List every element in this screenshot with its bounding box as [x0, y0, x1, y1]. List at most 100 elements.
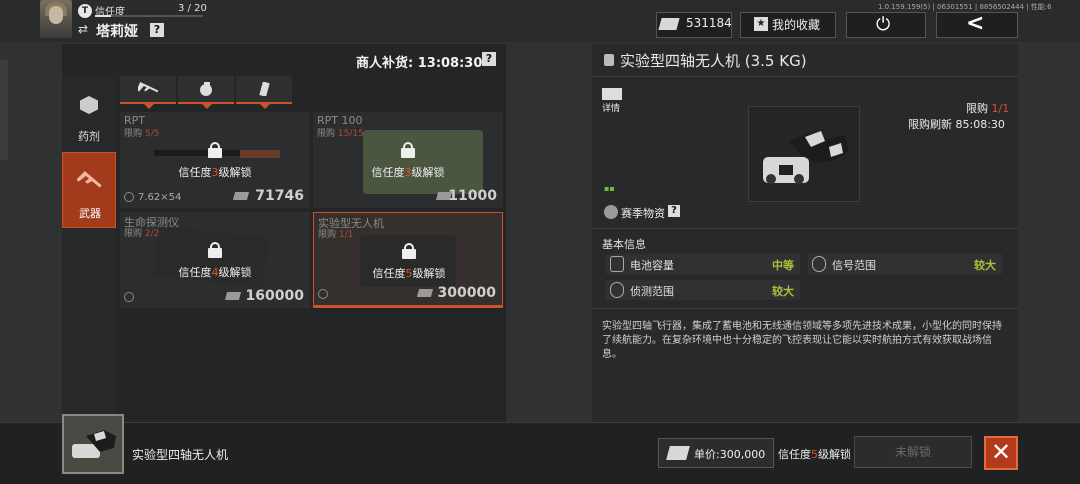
subtab-grenades[interactable] — [178, 76, 234, 109]
req-prefix: 信任度 — [778, 448, 811, 461]
shield-icon — [318, 289, 328, 299]
unit-price: 单价:300,000 — [694, 448, 766, 461]
switch-trader-icon[interactable]: ⇄ — [78, 22, 88, 36]
limit-prefix: 限购 — [317, 129, 338, 139]
shop-item-life-detector[interactable]: 生命探测仪 限购 2/2 信任度4级解锁 160000 — [120, 212, 310, 308]
purchase-limit: 限购 1/1 — [966, 100, 1009, 116]
stat-battery: 电池容量 中等 — [606, 254, 800, 274]
shop-item-rpt[interactable]: RPT 限购 5/5 信任度3级解锁 7.62×54 71746 — [120, 112, 310, 208]
limit-value: 5/5 — [144, 129, 160, 139]
trust-progress-bar — [95, 15, 203, 17]
cash-icon — [224, 292, 242, 300]
trust-badge-icon: T — [78, 4, 92, 18]
rifle-icon — [138, 82, 158, 93]
limit-prefix: 限购 — [966, 102, 992, 115]
item-price: 11000 — [448, 188, 497, 204]
lock-icon — [208, 142, 222, 158]
unlock-level: 4 — [211, 266, 219, 279]
item-price: 71746 — [255, 188, 304, 204]
drone-image — [763, 131, 849, 184]
trader-avatar — [40, 0, 72, 38]
details-icon[interactable] — [602, 88, 622, 100]
season-help-icon[interactable]: ? — [668, 205, 680, 217]
shop-item-rpt-100[interactable]: RPT 100 限购 15/15 信任度3级解锁 11000 — [313, 112, 503, 208]
cash-icon — [416, 289, 434, 297]
category-weapons[interactable]: 武器 — [62, 152, 116, 228]
item-price: 160000 — [245, 288, 304, 304]
drone-thumbnail-image — [72, 430, 116, 458]
unlock-suffix: 级解锁 — [218, 266, 252, 279]
selected-item-name: 实验型四轴无人机 — [132, 448, 229, 462]
trader-name[interactable]: 塔莉娅 — [96, 21, 138, 41]
favorites-label: 我的收藏 — [772, 18, 821, 32]
item-category-icon — [604, 54, 614, 66]
lock-icon — [208, 242, 222, 258]
cube-icon — [80, 96, 98, 114]
lock-icon — [401, 142, 415, 158]
cash-value: 531184 — [686, 16, 732, 30]
category-label: 药剂 — [78, 130, 100, 143]
battery-icon — [610, 256, 624, 272]
signal-icon — [812, 256, 826, 272]
divider — [592, 228, 1018, 229]
grenade-icon — [200, 82, 212, 96]
shield-icon — [124, 292, 134, 302]
radar-icon — [610, 282, 624, 298]
limit-prefix: 限购 — [124, 229, 145, 239]
trust-progress-fill — [95, 15, 112, 17]
unlock-suffix: 级解锁 — [411, 166, 445, 179]
version-text: 1.0.159.159(5) | 06301551 | 8856502444 |… — [878, 3, 1052, 11]
cash-icon — [658, 18, 680, 30]
unlock-level: 3 — [211, 166, 219, 179]
shop-item-experimental-drone[interactable]: 实验型无人机 限购 1/1 信任度5级解锁 300000 — [313, 212, 503, 308]
unlock-level: 3 — [404, 166, 412, 179]
season-label: 赛季物资 — [621, 207, 665, 220]
restock-help-icon[interactable]: ? — [482, 52, 496, 66]
detail-title: 实验型四轴无人机 (3.5 KG) — [620, 52, 807, 70]
left-edge-handle — [0, 60, 8, 160]
stat-name: 电池容量 — [630, 259, 674, 272]
limit-prefix: 限购 — [318, 230, 339, 240]
category-medicine[interactable]: 药剂 — [62, 78, 116, 154]
trader-help-icon[interactable]: ? — [150, 23, 164, 37]
item-limit: 限购 1/1 — [318, 227, 353, 240]
limit-value: 1/1 — [991, 102, 1010, 115]
item-limit: 限购 15/15 — [317, 126, 364, 139]
details-label[interactable]: 详情 — [602, 101, 620, 114]
lock-icon — [402, 243, 416, 259]
subtab-rifles[interactable] — [120, 76, 176, 109]
unlock-prefix: 信任度 — [372, 267, 406, 280]
req-suffix: 级解锁 — [818, 448, 851, 461]
unlock-prefix: 信任度 — [178, 266, 212, 279]
divider — [592, 76, 1018, 77]
limit-prefix: 限购 — [124, 129, 145, 139]
category-label: 武器 — [79, 207, 101, 220]
restock-timer: 商人补货: 13:08:30 — [356, 56, 483, 71]
stat-detection: 侦测范围 较大 — [606, 280, 800, 300]
season-icon — [604, 205, 618, 219]
back-arrow-icon: < — [966, 11, 985, 36]
item-limit: 限购 5/5 — [124, 126, 159, 139]
unlock-suffix: 级解锁 — [218, 166, 252, 179]
unlock-requirement: 信任度5级解锁 — [778, 446, 851, 462]
rifle-stock-image — [240, 150, 280, 158]
basic-info-title: 基本信息 — [602, 238, 646, 251]
unlock-requirement: 信任度5级解锁 — [314, 265, 502, 281]
item-limit: 限购 2/2 — [124, 226, 159, 239]
locked-buy-button[interactable]: 未解锁 — [854, 436, 972, 468]
shield-icon — [124, 192, 134, 202]
close-button[interactable]: ✕ — [984, 436, 1018, 470]
rarity-indicator-icon: ▪▪ — [604, 184, 615, 193]
subtab-magazines[interactable] — [236, 76, 292, 109]
stat-signal: 信号范围 较大 — [808, 254, 1002, 274]
selected-item-thumbnail — [62, 414, 124, 474]
unlock-requirement: 信任度4级解锁 — [120, 264, 310, 280]
unlock-requirement: 信任度3级解锁 — [120, 164, 310, 180]
power-icon: ⏻ — [876, 14, 891, 35]
limit-value: 15/15 — [337, 129, 364, 139]
limit-value: 1/1 — [338, 230, 354, 240]
item-preview — [748, 106, 860, 202]
limit-value: 2/2 — [144, 229, 160, 239]
ammo-box-image — [363, 130, 483, 194]
unlock-level: 5 — [405, 267, 413, 280]
